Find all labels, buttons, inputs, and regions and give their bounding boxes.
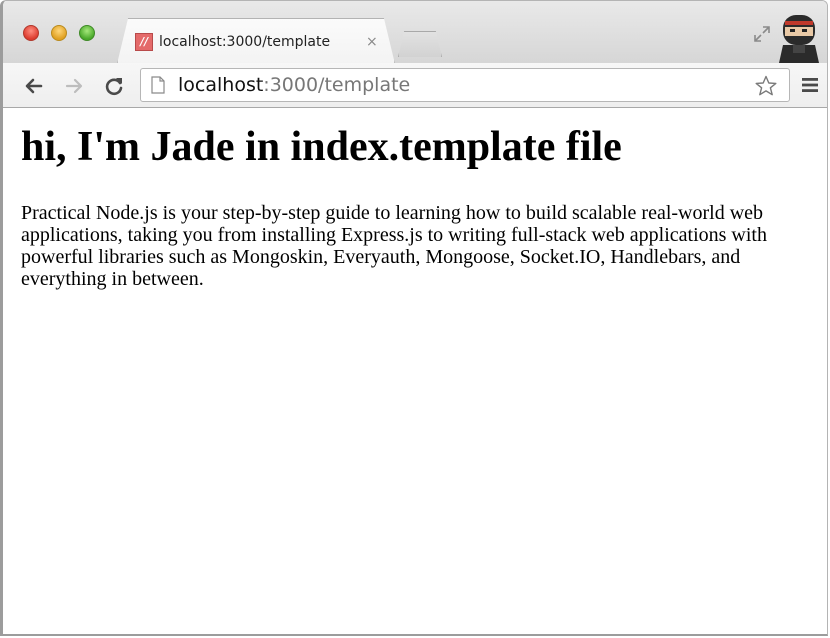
reload-button[interactable] [103, 75, 125, 97]
back-button[interactable] [23, 75, 45, 97]
page-heading: hi, I'm Jade in index.template file [21, 124, 622, 170]
fullscreen-icon[interactable] [751, 23, 773, 45]
page-paragraph: Practical Node.js is your step-by-step g… [21, 202, 767, 290]
tab-close-button[interactable]: × [366, 33, 378, 51]
tab-favicon-icon: // [135, 33, 153, 51]
maximize-window-button[interactable] [79, 25, 95, 41]
url-host: localhost [178, 74, 264, 96]
close-window-button[interactable] [23, 25, 39, 41]
star-icon[interactable] [754, 74, 778, 98]
url-path: :3000/template [263, 74, 411, 96]
page-icon [151, 76, 165, 94]
forward-button[interactable] [63, 75, 85, 97]
tab-title: localhost:3000/template [159, 34, 331, 50]
ninja-avatar-icon[interactable] [777, 13, 821, 63]
minimize-window-button[interactable] [51, 25, 67, 41]
new-tab-button[interactable] [398, 31, 442, 57]
url-text[interactable]: localhost:3000/template [178, 74, 410, 96]
page-content: hi, I'm Jade in index.template file Prac… [3, 108, 827, 634]
browser-window: // localhost:3000/template × localhost:3… [0, 0, 828, 636]
hamburger-menu-icon[interactable] [800, 75, 820, 95]
